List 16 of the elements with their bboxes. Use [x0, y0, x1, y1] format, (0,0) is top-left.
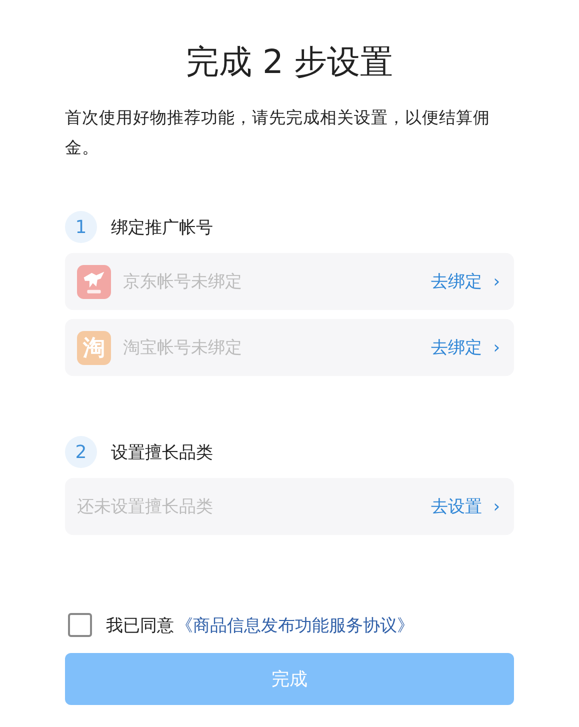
action-link[interactable]: 去绑定 › [430, 336, 500, 359]
intro-text: 首次使用好物推荐功能，请先完成相关设置，以便结算佣金。 [65, 107, 491, 159]
agreement-label: 我已同意 [106, 614, 174, 636]
action-link[interactable]: 去绑定 › [430, 270, 500, 293]
status-text: 淘宝帐号未绑定 [123, 337, 243, 359]
step-label: 绑定推广帐号 [111, 216, 213, 238]
status-text: 京东帐号未绑定 [123, 271, 243, 293]
step-number: 1 [65, 211, 97, 243]
step-label: 设置擅长品类 [111, 442, 213, 464]
agreement-link[interactable]: 《商品信息发布功能服务协议》 [176, 614, 414, 636]
status-text: 还未设置擅长品类 [77, 496, 214, 518]
agreement-checkbox[interactable] [68, 613, 92, 637]
action-link[interactable]: 去设置 › [430, 495, 500, 518]
page-title: 完成 2 步设置 [185, 41, 394, 83]
step-number: 2 [65, 436, 97, 468]
shop-logo-icon: 淘 [77, 330, 111, 364]
